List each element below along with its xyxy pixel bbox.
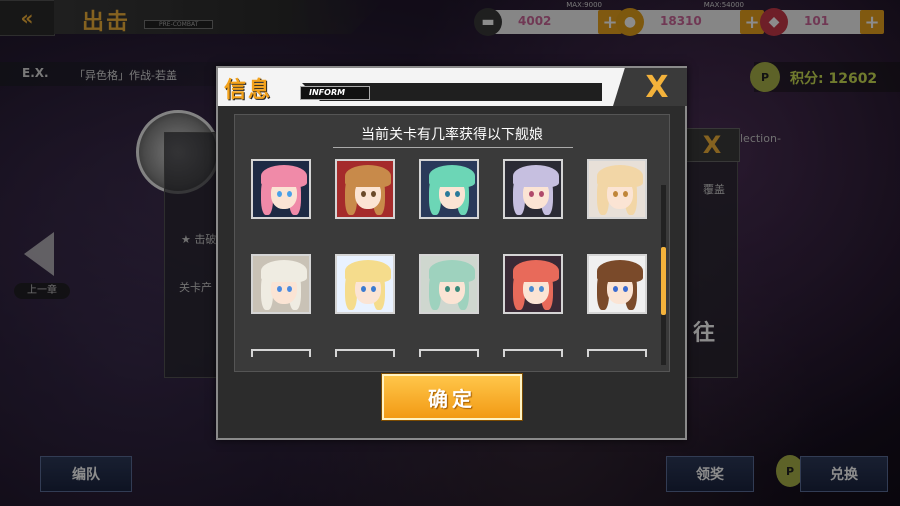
drop-list-title: 当前关卡有几率获得以下舰娘 (361, 127, 543, 143)
portrait-art (591, 258, 643, 310)
portrait-eye (445, 191, 450, 197)
character-portrait-partial[interactable] (419, 349, 479, 357)
portrait-eye (529, 286, 534, 292)
portrait-art (339, 258, 391, 310)
character-portrait-partial[interactable] (335, 349, 395, 357)
portrait-art (507, 258, 559, 310)
close-button[interactable]: X (613, 68, 687, 106)
info-dialog: 信息 INFORM X 当前关卡有几率获得以下舰娘 确定 (216, 66, 687, 440)
character-portrait[interactable] (419, 159, 479, 219)
portrait-hair (597, 165, 643, 187)
dialog-tag: INFORM (300, 86, 371, 100)
character-portrait-partial[interactable] (587, 349, 647, 357)
portrait-eye (371, 191, 376, 197)
portrait-art (423, 163, 475, 215)
scrollbar-thumb[interactable] (661, 247, 666, 315)
portrait-eye (361, 286, 366, 292)
portrait-hair (513, 165, 559, 187)
portrait-hair (345, 260, 391, 282)
character-portrait[interactable] (503, 254, 563, 314)
portrait-art (255, 163, 307, 215)
character-portrait[interactable] (587, 159, 647, 219)
portrait-hair (429, 165, 475, 187)
portrait-eye (277, 286, 282, 292)
portrait-eye (623, 191, 628, 197)
portrait-hair (429, 260, 475, 282)
portrait-eye (445, 286, 450, 292)
portrait-art (591, 163, 643, 215)
portrait-eye (623, 286, 628, 292)
portrait-eye (455, 286, 460, 292)
character-portrait[interactable] (335, 254, 395, 314)
dialog-header: 信息 INFORM X (218, 68, 687, 106)
portrait-eye (287, 191, 292, 197)
portrait-eye (613, 286, 618, 292)
portrait-eye (455, 191, 460, 197)
character-portrait-partial[interactable] (503, 349, 563, 357)
portrait-eye (613, 191, 618, 197)
close-icon: X (645, 69, 669, 105)
portrait-eye (539, 191, 544, 197)
portrait-eye (287, 286, 292, 292)
character-portrait[interactable] (503, 159, 563, 219)
portrait-eye (371, 286, 376, 292)
portrait-hair (261, 260, 307, 282)
portrait-eye (539, 286, 544, 292)
scrollbar[interactable] (661, 185, 666, 365)
portrait-eye (529, 191, 534, 197)
portrait-art (255, 258, 307, 310)
dialog-body: 当前关卡有几率获得以下舰娘 (234, 114, 670, 372)
character-portrait[interactable] (251, 254, 311, 314)
dialog-title: 信息 (224, 77, 273, 103)
portrait-hair (597, 260, 643, 282)
portrait-hair (261, 165, 307, 187)
portrait-eye (361, 191, 366, 197)
character-portrait[interactable] (419, 254, 479, 314)
portrait-hair (345, 165, 391, 187)
title-divider (333, 147, 573, 148)
character-portrait[interactable] (587, 254, 647, 314)
portrait-art (507, 163, 559, 215)
confirm-button[interactable]: 确定 (382, 374, 522, 420)
character-portrait[interactable] (335, 159, 395, 219)
portrait-eye (277, 191, 282, 197)
portrait-art (423, 258, 475, 310)
character-portrait[interactable] (251, 159, 311, 219)
portrait-hair (513, 260, 559, 282)
character-portrait-partial[interactable] (251, 349, 311, 357)
portrait-art (339, 163, 391, 215)
character-grid[interactable] (251, 159, 651, 369)
